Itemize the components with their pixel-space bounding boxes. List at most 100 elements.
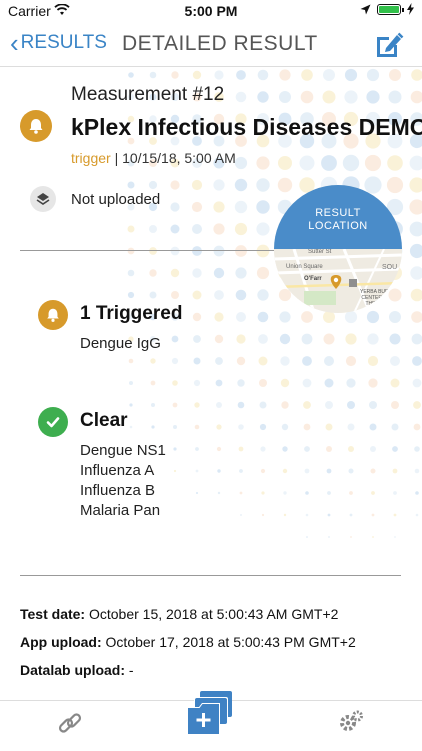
background-dot (234, 200, 248, 214)
background-dot (171, 335, 179, 343)
background-dot (236, 70, 246, 80)
gear-icon[interactable] (338, 709, 364, 735)
background-dot (170, 180, 180, 190)
background-dot (323, 333, 335, 345)
background-dot (261, 513, 265, 517)
background-dot (234, 178, 248, 192)
background-dot (302, 356, 312, 366)
background-dot (215, 379, 223, 387)
background-dot (240, 514, 242, 516)
background-dot (301, 69, 313, 81)
background-dot (192, 246, 202, 256)
background-dot (279, 91, 291, 103)
background-dot (409, 221, 422, 237)
background-dot (304, 446, 310, 452)
background-dot (281, 423, 289, 431)
background-dot (260, 468, 266, 474)
measurement-label: Measurement #12 (71, 84, 225, 105)
background-dot (236, 356, 246, 366)
background-dot (256, 156, 270, 170)
background-dot (371, 491, 375, 495)
background-dot (258, 356, 268, 366)
background-dot (128, 358, 134, 364)
background-dot (149, 71, 157, 79)
background-dot (192, 224, 202, 234)
background-dot (259, 423, 267, 431)
background-dot (151, 425, 155, 429)
background-dot (239, 469, 243, 473)
background-dot (305, 491, 309, 495)
background-dot (257, 91, 269, 103)
background-dot (282, 446, 288, 452)
trigger-status-badge (20, 110, 52, 142)
background-dot (348, 468, 354, 474)
background-dot (282, 468, 288, 474)
app-upload-label: App upload: (20, 634, 102, 650)
background-dot (412, 378, 422, 388)
background-dot (127, 247, 135, 255)
background-dot (213, 223, 225, 235)
datalab-upload-label: Datalab upload: (20, 662, 126, 678)
map-street-label: Union Square (286, 264, 323, 270)
background-dot (256, 178, 270, 192)
background-dot (239, 491, 243, 495)
background-dot (235, 245, 247, 257)
background-dot (409, 155, 422, 171)
list-item: Influenza B (80, 482, 156, 499)
background-dot (347, 401, 355, 409)
background-dot (256, 200, 270, 214)
result-details: Test date: October 15, 2018 at 5:00:43 A… (20, 605, 356, 689)
background-dot (305, 513, 309, 517)
background-dot (349, 491, 353, 495)
background-dot (327, 513, 331, 517)
background-dot (257, 311, 269, 323)
background-dot (392, 468, 398, 474)
navigation-bar: ‹ RESULTS DETAILED RESULT (0, 22, 422, 67)
background-dot (394, 536, 396, 538)
background-dot (411, 69, 422, 81)
map-circle[interactable]: Sutter St Union Square O'Farr SOU YERBA … (274, 185, 402, 313)
background-dot (149, 225, 157, 233)
background-dot (370, 446, 376, 452)
back-button[interactable]: ‹ RESULTS (10, 30, 107, 56)
background-dot (364, 154, 382, 172)
background-dot (238, 446, 244, 452)
background-dot (414, 468, 420, 474)
background-dot (324, 378, 334, 388)
background-dot (170, 224, 180, 234)
background-dot (410, 266, 422, 280)
edit-icon[interactable] (374, 30, 404, 60)
background-dot (387, 155, 403, 171)
background-dot (367, 355, 379, 367)
background-dot (411, 311, 422, 323)
background-dot (342, 154, 360, 172)
background-dot (193, 379, 201, 387)
background-dot (366, 90, 380, 104)
test-date-row: Test date: October 15, 2018 at 5:00:43 A… (20, 605, 356, 633)
add-folder-icon[interactable] (186, 689, 236, 741)
result-location-map[interactable]: Sutter St Union Square O'Farr SOU YERBA … (274, 185, 402, 325)
background-dot (280, 356, 290, 366)
background-dot (369, 423, 377, 431)
background-dot (304, 468, 310, 474)
background-dot (236, 334, 246, 344)
background-dot (151, 403, 155, 407)
list-item: Influenza A (80, 462, 155, 479)
background-dot (328, 536, 330, 538)
background-dot (279, 69, 291, 81)
back-button-label: RESULTS (20, 32, 107, 53)
background-dot (280, 378, 290, 388)
meta-separator: | (110, 150, 123, 166)
background-dot (171, 291, 179, 299)
link-icon[interactable] (57, 710, 83, 736)
background-dot (344, 68, 358, 82)
background-dot (321, 155, 337, 171)
background-dot (235, 91, 247, 103)
background-dot (213, 179, 225, 191)
background-dot (322, 90, 336, 104)
triggered-list: Dengue IgG (80, 334, 161, 354)
background-dot (217, 491, 221, 495)
background-dot (214, 312, 224, 322)
background-dot (303, 423, 311, 431)
background-dot (325, 401, 333, 409)
